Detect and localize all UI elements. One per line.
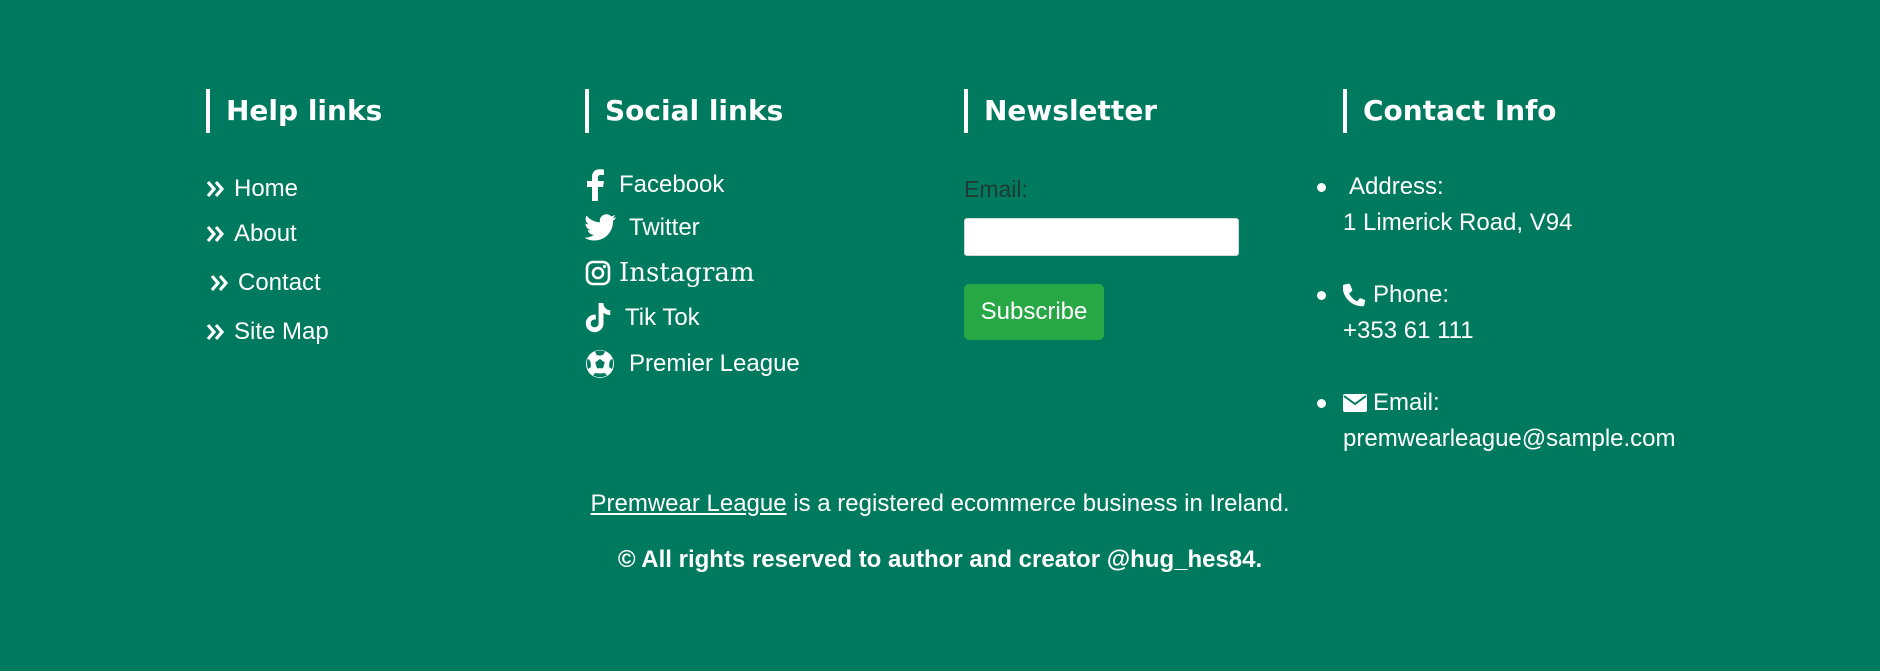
envelope-icon	[1343, 394, 1367, 412]
brand-link[interactable]: Premwear League	[590, 490, 786, 517]
list-bullet	[1317, 183, 1326, 192]
social-link-tiktok[interactable]: Tik Tok	[585, 303, 700, 333]
contact-phone-label-row: Phone:	[1343, 277, 1474, 313]
social-link-instagram[interactable]: Instagram	[585, 258, 755, 288]
contact-phone: Phone: +353 61 111	[1317, 277, 1474, 349]
contact-email: Email: premwearleague@sample.com	[1317, 385, 1676, 457]
newsletter-column: Newsletter Email: Subscribe	[964, 89, 1239, 340]
footer-tagline: Premwear League is a registered ecommerc…	[0, 490, 1880, 518]
help-link-label: About	[234, 220, 297, 247]
tiktok-icon	[585, 303, 611, 333]
social-link-label: Facebook	[619, 171, 725, 198]
double-chevron-right-icon	[206, 323, 225, 341]
subscribe-button[interactable]: Subscribe	[964, 284, 1104, 340]
social-link-label: Tik Tok	[625, 304, 700, 331]
social-link-premier-league[interactable]: Premier League	[585, 349, 800, 379]
tagline-text: is a registered ecommerce business in Ir…	[786, 490, 1290, 517]
help-link-home[interactable]: Home	[206, 175, 298, 203]
contact-phone-label: Phone:	[1373, 281, 1450, 308]
instagram-icon	[585, 260, 611, 286]
social-links-column: Social links Facebook Twitter Instagram …	[585, 89, 800, 378]
list-bullet	[1317, 399, 1326, 408]
contact-info-heading: Contact Info	[1343, 89, 1557, 133]
social-link-label: Instagram	[619, 258, 755, 288]
help-links-column: Help links Home About Contact Site Map	[206, 89, 382, 345]
contact-address-value: 1 Limerick Road, V94	[1343, 209, 1573, 236]
help-link-label: Site Map	[234, 318, 329, 345]
site-footer: Help links Home About Contact Site Map S…	[0, 0, 1880, 671]
help-link-label: Contact	[238, 269, 321, 296]
social-link-facebook[interactable]: Facebook	[585, 169, 724, 201]
contact-address: Address: 1 Limerick Road, V94	[1317, 169, 1573, 241]
newsletter-email-input[interactable]	[964, 218, 1239, 256]
help-link-contact[interactable]: Contact	[210, 269, 321, 297]
twitter-icon	[585, 214, 616, 241]
contact-address-label: Address:	[1349, 173, 1444, 200]
contact-email-label-row: Email:	[1343, 385, 1676, 421]
contact-phone-value: +353 61 111	[1343, 317, 1474, 344]
double-chevron-right-icon	[206, 225, 225, 243]
double-chevron-right-icon	[210, 274, 229, 292]
contact-address-label-row: Address:	[1343, 169, 1572, 205]
newsletter-heading: Newsletter	[964, 89, 1157, 133]
list-bullet	[1317, 291, 1326, 300]
social-link-label: Premier League	[629, 350, 800, 377]
help-link-label: Home	[234, 175, 299, 202]
help-links-heading: Help links	[206, 89, 382, 133]
help-link-site-map[interactable]: Site Map	[206, 318, 329, 346]
social-links-heading: Social links	[585, 89, 783, 133]
contact-info-column: Contact Info Address: 1 Limerick Road, V…	[1317, 89, 1676, 452]
contact-email-value: premwearleague@sample.com	[1343, 425, 1676, 452]
email-label: Email:	[964, 176, 1028, 202]
social-link-label: Twitter	[629, 214, 700, 241]
soccer-ball-icon	[586, 350, 614, 378]
phone-icon	[1343, 283, 1366, 307]
social-link-twitter[interactable]: Twitter	[585, 214, 700, 242]
double-chevron-right-icon	[206, 180, 225, 198]
facebook-icon	[587, 169, 604, 201]
help-link-about[interactable]: About	[206, 220, 297, 248]
copyright-notice: © All rights reserved to author and crea…	[617, 546, 1263, 573]
contact-email-label: Email:	[1373, 389, 1440, 416]
